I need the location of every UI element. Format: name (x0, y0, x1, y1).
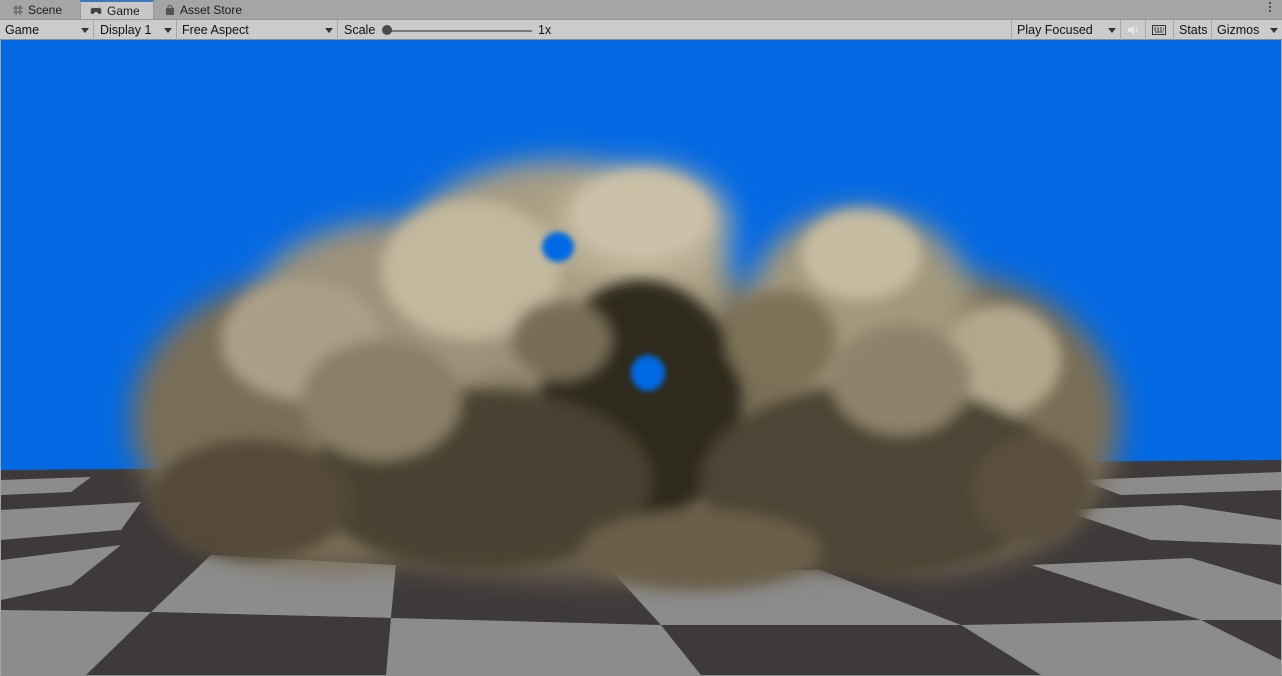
scale-slider-handle[interactable] (382, 25, 392, 35)
chevron-down-icon (1270, 28, 1278, 33)
game-viewport[interactable] (1, 40, 1281, 675)
bag-icon (166, 5, 174, 15)
play-mode-label: Play Focused (1017, 23, 1093, 37)
editor-tab-bar: Scene Game Asset Store (0, 0, 1282, 19)
chevron-down-icon (1108, 28, 1116, 33)
tab-label: Asset Store (180, 3, 243, 17)
chevron-down-icon (164, 28, 172, 33)
play-mode-dropdown[interactable]: Play Focused (1011, 20, 1121, 40)
keyboard-icon (1152, 25, 1166, 35)
speaker-icon (1128, 25, 1138, 35)
game-view-toolbar: Game Display 1 Free Aspect Scale 1x Play… (0, 19, 1282, 40)
tab-label: Game (107, 3, 140, 18)
scale-value: 1x (538, 20, 578, 40)
grid-icon (13, 5, 23, 15)
aspect-dropdown[interactable]: Free Aspect (177, 20, 338, 40)
view-dropdown[interactable]: Game (0, 20, 94, 40)
display-dropdown-label: Display 1 (100, 23, 152, 37)
shortcuts-button[interactable] (1146, 20, 1174, 40)
view-dropdown-label: Game (5, 23, 40, 37)
tab-label: Scene (28, 3, 63, 17)
display-dropdown[interactable]: Display 1 (94, 20, 177, 40)
scale-value-label: 1x (538, 23, 552, 37)
tab-asset-store[interactable]: Asset Store (156, 1, 252, 19)
more-options-icon[interactable] (1268, 2, 1272, 12)
scale-label: Scale (344, 23, 376, 37)
gizmos-label: Gizmos (1217, 23, 1260, 37)
gamepad-icon (90, 7, 102, 14)
tab-scene[interactable]: Scene (4, 1, 78, 19)
scale-slider-track[interactable] (388, 30, 532, 32)
tab-game[interactable]: Game (80, 0, 154, 19)
aspect-dropdown-label: Free Aspect (182, 23, 249, 37)
mute-audio-button[interactable] (1121, 20, 1146, 40)
stats-label: Stats (1179, 23, 1208, 37)
chevron-down-icon (325, 28, 333, 33)
chevron-down-icon (81, 28, 89, 33)
gizmos-dropdown[interactable]: Gizmos (1212, 20, 1282, 40)
scene-render (1, 40, 1281, 675)
stats-button[interactable]: Stats (1174, 20, 1212, 40)
